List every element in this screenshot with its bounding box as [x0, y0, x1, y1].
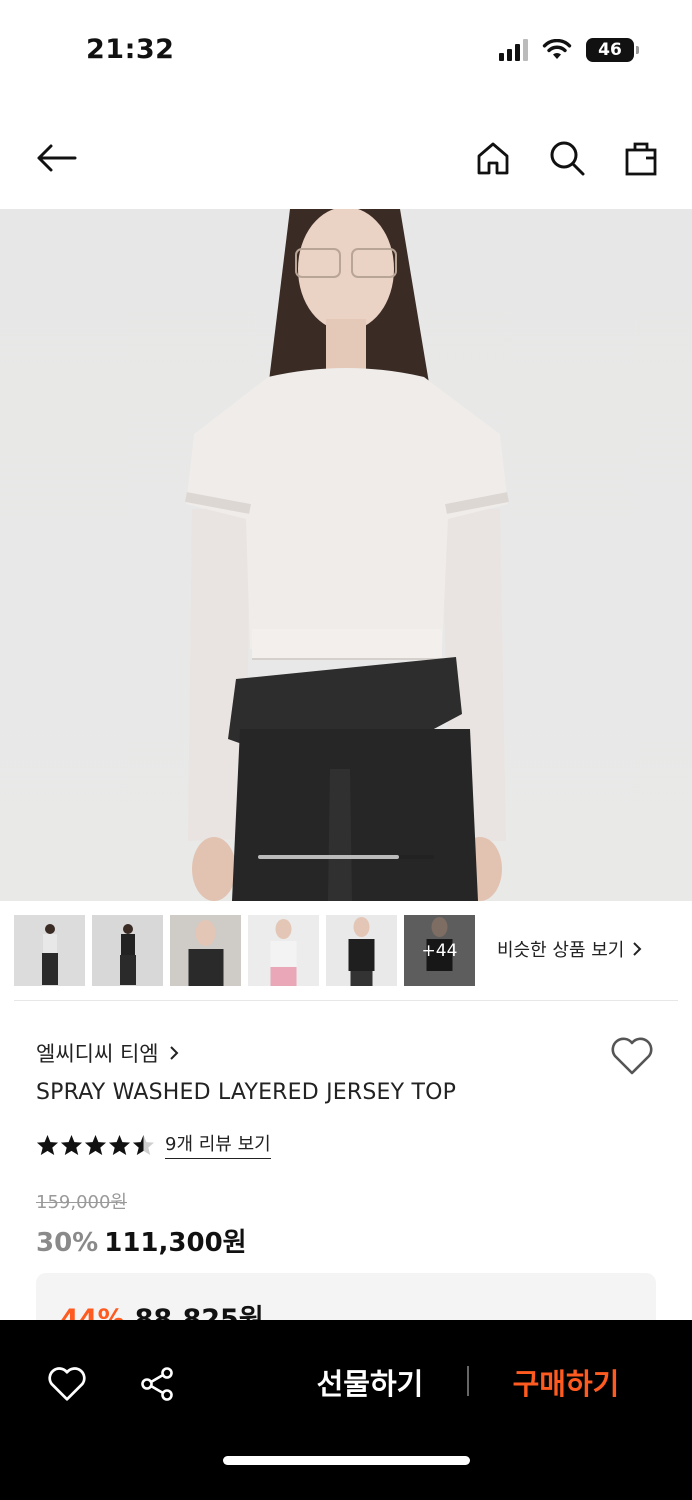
status-time: 21:32 — [86, 34, 175, 65]
shopping-bag-icon[interactable] — [619, 136, 663, 180]
status-icons: 46 — [499, 38, 639, 62]
thumbnail[interactable] — [170, 915, 241, 986]
price-row: 30% 111,300원 — [36, 1222, 247, 1259]
gallery-progress-fill — [258, 855, 399, 859]
thumbnail[interactable] — [14, 915, 85, 986]
wishlist-heart-icon[interactable] — [610, 1036, 654, 1080]
divider — [14, 1000, 678, 1001]
bar-separator — [467, 1366, 469, 1396]
thumbnail[interactable] — [248, 915, 319, 986]
home-indicator — [223, 1456, 470, 1465]
brand-name: 엘씨디씨 티엠 — [36, 1042, 159, 1066]
battery-icon: 46 — [586, 38, 639, 62]
status-bar: 21:32 46 — [0, 0, 692, 100]
signal-icon — [499, 39, 528, 61]
top-nav — [0, 120, 692, 194]
search-icon[interactable] — [545, 136, 589, 180]
star-icon — [108, 1134, 131, 1155]
sale-price: 111,300원 — [104, 1228, 247, 1258]
star-icon — [60, 1134, 83, 1155]
review-link[interactable]: 9개 리뷰 보기 — [165, 1130, 271, 1159]
buy-button[interactable]: 구매하기 — [496, 1362, 636, 1406]
gift-button[interactable]: 선물하기 — [300, 1362, 440, 1406]
similar-products-link[interactable]: 비슷한 상품 보기 — [497, 936, 642, 962]
star-icon — [132, 1134, 155, 1155]
original-price: 159,000원 — [36, 1192, 127, 1213]
rating-stars — [36, 1134, 155, 1156]
wifi-icon — [542, 39, 572, 59]
home-icon[interactable] — [471, 136, 515, 180]
chevron-right-icon — [169, 1046, 179, 1060]
rating-row: 9개 리뷰 보기 — [36, 1130, 271, 1159]
gallery-progress — [258, 855, 434, 859]
share-icon[interactable] — [135, 1362, 179, 1406]
thumbnail[interactable] — [326, 915, 397, 986]
thumbnail[interactable] — [92, 915, 163, 986]
model-illustration — [185, 209, 509, 901]
chevron-right-icon — [633, 942, 642, 956]
back-icon[interactable] — [34, 136, 78, 180]
thumbnail-strip: +44 — [14, 915, 475, 986]
brand-link[interactable]: 엘씨디씨 티엠 — [36, 1038, 179, 1068]
product-title: SPRAY WASHED LAYERED JERSEY TOP — [36, 1080, 457, 1105]
star-icon — [84, 1134, 107, 1155]
star-icon — [36, 1134, 59, 1155]
discount-rate: 30% — [36, 1228, 99, 1258]
thumbnail-more[interactable]: +44 — [404, 915, 475, 986]
bottom-action-bar: 선물하기 구매하기 — [0, 1320, 692, 1500]
more-count: +44 — [421, 940, 458, 961]
similar-products-label: 비슷한 상품 보기 — [497, 940, 625, 961]
heart-icon[interactable] — [45, 1362, 89, 1406]
product-image[interactable] — [0, 209, 692, 901]
